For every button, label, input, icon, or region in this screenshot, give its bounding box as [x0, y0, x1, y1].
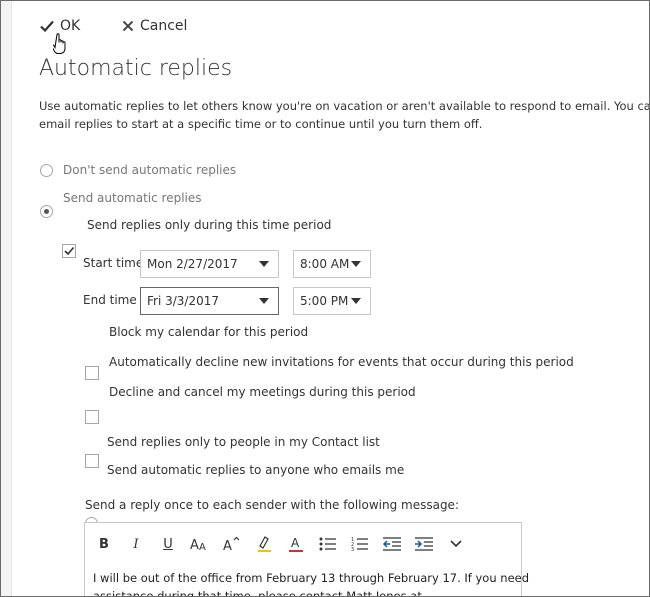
cancel-label: Cancel	[140, 18, 188, 34]
end-date-value: Fri 3/3/2017	[147, 294, 220, 308]
bold-icon[interactable]: B	[93, 533, 115, 555]
message-body-line-1: I will be out of the office from Februar…	[93, 571, 530, 585]
svg-text:A: A	[291, 536, 300, 550]
send-automatic-replies-radio[interactable]	[40, 205, 53, 218]
ok-label: OK	[60, 18, 81, 34]
increase-indent-icon[interactable]	[413, 533, 435, 555]
chevron-down-icon	[259, 261, 269, 267]
end-time-label: End time	[83, 293, 137, 307]
cancel-button[interactable]: Cancel	[122, 18, 187, 34]
decline-invitations-label: Automatically decline new invitations fo…	[109, 355, 574, 369]
bullets-icon[interactable]	[317, 533, 339, 555]
decline-invitations-checkbox[interactable]	[85, 410, 99, 424]
font-size-icon[interactable]: AA	[189, 533, 211, 555]
contacts-only-label: Send replies only to people in my Contac…	[107, 435, 380, 449]
chevron-down-icon	[351, 261, 361, 267]
italic-icon[interactable]: I	[125, 533, 147, 555]
start-time-value: 8:00 AM	[300, 257, 350, 271]
start-time-dropdown[interactable]: 8:00 AM	[293, 250, 371, 278]
decrease-indent-icon[interactable]	[381, 533, 403, 555]
more-options-icon[interactable]	[445, 533, 467, 555]
numbering-icon[interactable]: 123	[349, 533, 371, 555]
svg-text:3: 3	[351, 547, 354, 552]
checkmark-icon	[40, 20, 54, 32]
grow-font-icon[interactable]: A	[221, 533, 243, 555]
message-body-line-2: assistance during that time, please cont…	[93, 589, 422, 597]
block-calendar-label: Block my calendar for this period	[109, 325, 309, 339]
hand-cursor-icon	[51, 33, 69, 58]
automatic-replies-window: OK Cancel Automatic replies Use automati…	[0, 0, 650, 597]
left-pane-edge	[1, 1, 12, 596]
start-date-dropdown[interactable]: Mon 2/27/2017	[140, 250, 279, 278]
chevron-down-icon	[351, 298, 361, 304]
message-prompt: Send a reply once to each sender with th…	[85, 498, 459, 512]
chevron-down-icon	[259, 298, 269, 304]
underline-icon[interactable]: U	[157, 533, 179, 555]
close-icon	[122, 20, 134, 32]
page-title: Automatic replies	[39, 56, 233, 81]
block-calendar-checkbox[interactable]	[85, 366, 99, 380]
send-automatic-replies-label: Send automatic replies	[63, 191, 202, 205]
cancel-meetings-checkbox[interactable]	[85, 454, 99, 468]
description-line-1: Use automatic replies to let others know…	[39, 99, 650, 113]
description-line-2: email replies to start at a specific tim…	[39, 117, 483, 131]
start-time-label: Start time	[83, 256, 144, 270]
ok-button[interactable]: OK	[40, 18, 80, 34]
cancel-meetings-label: Decline and cancel my meetings during th…	[109, 385, 416, 399]
end-time-value: 5:00 PM	[300, 294, 349, 308]
end-time-dropdown[interactable]: 5:00 PM	[293, 287, 371, 315]
dont-send-radio[interactable]	[40, 164, 53, 177]
start-date-value: Mon 2/27/2017	[147, 257, 238, 271]
anyone-label: Send automatic replies to anyone who ema…	[107, 463, 405, 477]
svg-text:A: A	[199, 542, 206, 552]
highlight-icon[interactable]	[253, 533, 275, 555]
time-period-checkbox[interactable]	[62, 244, 76, 258]
time-period-label: Send replies only during this time perio…	[87, 218, 332, 232]
svg-text:A: A	[190, 538, 199, 552]
svg-text:A: A	[223, 539, 232, 552]
checkmark-icon	[64, 246, 75, 256]
dont-send-label: Don't send automatic replies	[63, 163, 237, 177]
font-color-icon[interactable]: A	[285, 533, 307, 555]
end-date-dropdown[interactable]: Fri 3/3/2017	[140, 287, 279, 315]
